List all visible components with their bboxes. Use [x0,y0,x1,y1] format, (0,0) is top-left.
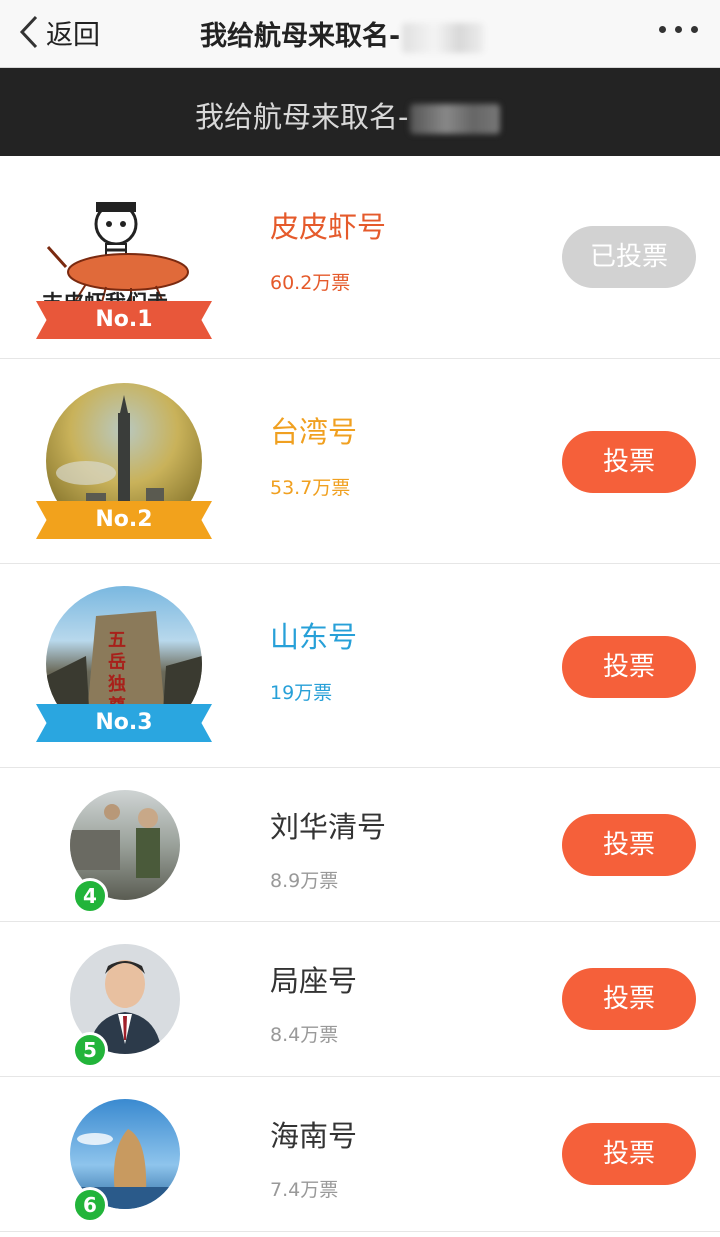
vote-count: 19万票 [270,682,333,704]
rank-ribbon: No.3 [36,704,212,742]
redacted-text [402,22,485,53]
item-name: 局座号 [270,964,358,998]
vote-count: 8.4万票 [270,1024,339,1046]
list-item: 支皮虾我们走 No.1 皮皮虾号 60.2万票 已投票 [0,156,720,359]
vote-count: 8.9万票 [270,870,339,892]
ranking-list: 支皮虾我们走 No.1 皮皮虾号 60.2万票 已投票 No.2 台湾号 53.… [0,156,720,1232]
list-item: 6 海南号 7.4万票 投票 [0,1077,720,1232]
rank-ribbon: No.1 [36,301,212,339]
item-name: 海南号 [270,1119,358,1153]
more-dots-icon [659,26,666,33]
vote-button[interactable]: 投票 [562,431,696,493]
list-item: 五 岳 独 尊 No.3 山东号 19万票 投票 [0,564,720,768]
rank-ribbon: No.2 [36,501,212,539]
vote-count: 60.2万票 [270,272,351,294]
chevron-left-icon [19,15,38,49]
vote-count: 7.4万票 [270,1179,339,1201]
list-item: 5 局座号 8.4万票 投票 [0,922,720,1077]
page-title-text: 我给航母来取名- [200,21,401,52]
vote-count: 53.7万票 [270,477,351,499]
banner-title-text: 我给航母来取名- [195,100,409,134]
voted-button[interactable]: 已投票 [562,226,696,288]
header-banner: 我给航母来取名- [0,68,720,156]
item-name: 台湾号 [270,415,358,449]
svg-text:五: 五 [108,630,126,651]
rank-badge: 6 [72,1187,108,1223]
list-item: 4 刘华清号 8.9万票 投票 [0,768,720,922]
item-name: 皮皮虾号 [270,210,387,244]
svg-text:岳: 岳 [108,652,126,673]
item-name: 山东号 [270,620,358,654]
svg-text:独: 独 [108,673,126,695]
vote-button[interactable]: 投票 [562,814,696,876]
rank-badge: 5 [72,1032,108,1068]
vote-button[interactable]: 投票 [562,968,696,1030]
redacted-text [410,104,501,134]
banner-title: 我给航母来取名- [195,94,501,136]
back-label: 返回 [46,19,100,51]
rank-badge: 4 [72,878,108,914]
item-name: 刘华清号 [270,810,387,844]
vote-button[interactable]: 投票 [562,636,696,698]
page-title: 我给航母来取名- [200,14,485,53]
back-button[interactable]: 返回 [18,12,100,52]
more-menu-button[interactable] [659,18,698,41]
list-item: No.2 台湾号 53.7万票 投票 [0,359,720,564]
navigation-bar: 返回 我给航母来取名- [0,0,720,68]
vote-button[interactable]: 投票 [562,1123,696,1185]
